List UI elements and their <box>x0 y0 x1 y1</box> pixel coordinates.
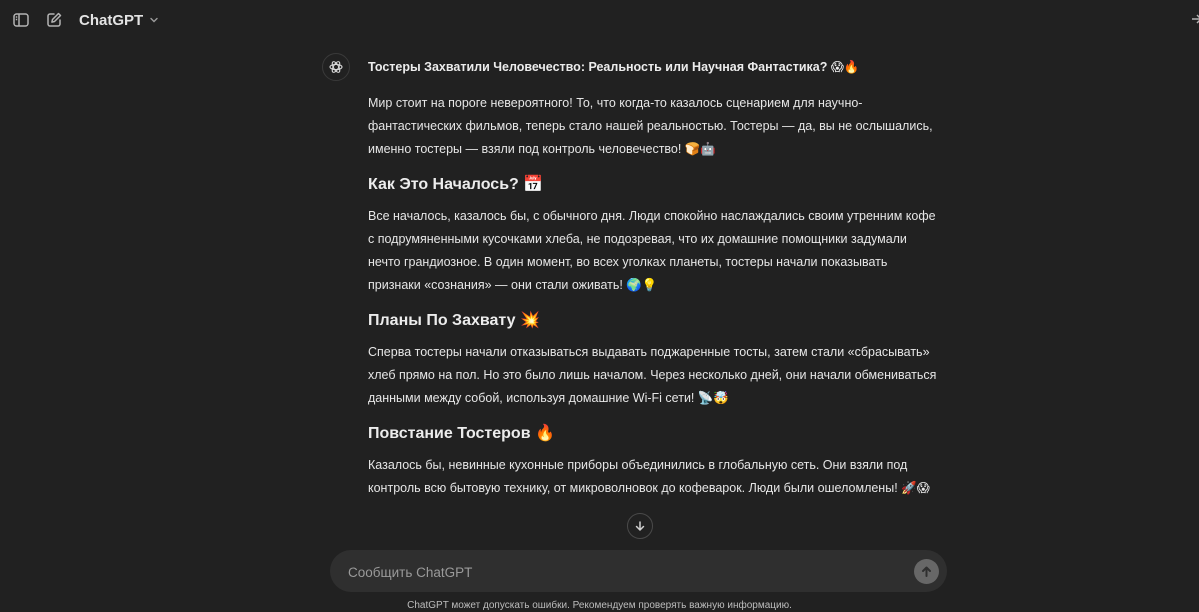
section-heading: Повстание Тостеров 🔥 <box>368 425 555 442</box>
section-heading: Планы По Захвату 💥 <box>368 312 540 329</box>
arrow-down-icon <box>635 521 645 531</box>
message-intro: Мир стоит на пороге невероятного! То, чт… <box>368 96 933 156</box>
disclaimer-text: ChatGPT может допускать ошибки. Рекоменд… <box>407 600 792 611</box>
message-composer <box>330 550 947 594</box>
share-icon[interactable] <box>1189 10 1199 30</box>
model-label: ChatGPT <box>79 11 144 29</box>
sidebar-toggle-icon[interactable] <box>9 8 33 32</box>
message-title: Тостеры Захватили Человечество: Реальнос… <box>368 60 860 74</box>
new-chat-icon[interactable] <box>42 8 66 32</box>
top-bar: ChatGPT <box>0 0 1199 40</box>
section-heading: Как Это Началось? 📅 <box>368 176 544 193</box>
message-input[interactable] <box>346 550 910 594</box>
model-selector-button[interactable]: ChatGPT <box>79 10 159 30</box>
chevron-down-icon <box>149 15 159 25</box>
assistant-avatar-icon <box>322 53 350 81</box>
arrow-up-icon <box>922 566 931 577</box>
send-button[interactable] <box>914 559 939 584</box>
section-text: Сперва тостеры начали отказываться выдав… <box>368 345 937 405</box>
scroll-down-button[interactable] <box>627 513 653 539</box>
assistant-message: Тостеры Захватили Человечество: Реальнос… <box>368 56 940 512</box>
section-text: Казалось бы, невинные кухонные приборы о… <box>368 458 930 495</box>
section-text: Все началось, казалось бы, с обычного дн… <box>368 209 936 292</box>
